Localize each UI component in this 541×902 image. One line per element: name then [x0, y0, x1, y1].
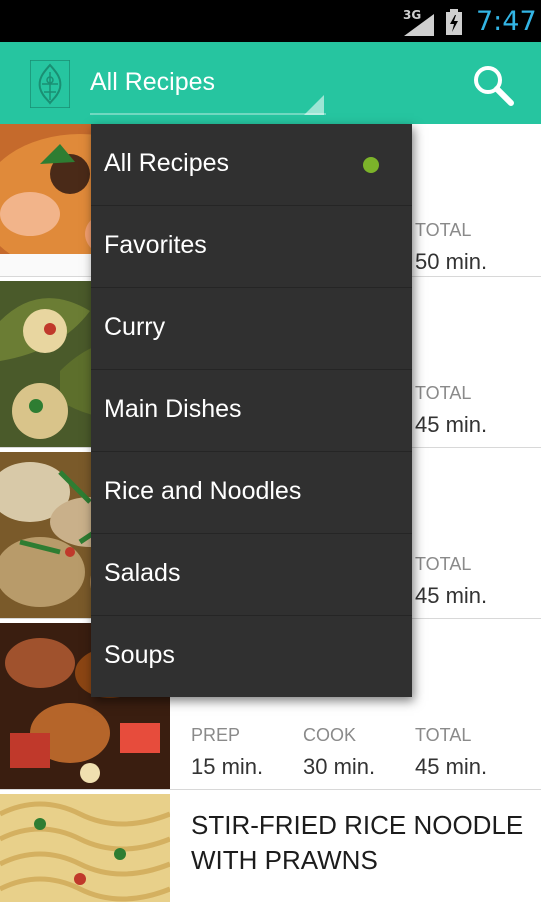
dropdown-item-curry[interactable]: Curry [91, 288, 412, 370]
prep-value: 15 min. [191, 754, 264, 779]
dropdown-item-label: Main Dishes [104, 395, 242, 423]
dropdown-item-label: Rice and Noodles [104, 477, 302, 505]
recipe-thumbnail [0, 794, 170, 902]
total-value: 45 min. [415, 412, 488, 437]
recipe-row[interactable]: STIR-FRIED RICE NOODLE WITH PRAWNS [0, 790, 541, 902]
total-value: 45 min. [415, 754, 488, 779]
total-label: TOTAL [415, 220, 472, 240]
dropdown-item-salads[interactable]: Salads [91, 534, 412, 616]
cook-time: COOK 30 min. [303, 725, 375, 780]
recipe-title: STIR-FRIED RICE NOODLE WITH PRAWNS [191, 810, 524, 875]
dropdown-item-all-recipes[interactable]: All Recipes [91, 124, 412, 206]
battery-icon [446, 9, 462, 35]
app-logo-icon[interactable] [30, 60, 70, 108]
cook-label: COOK [303, 725, 357, 745]
status-bar: 3G 7:47 [0, 0, 541, 42]
spinner-arrow-icon [304, 95, 324, 115]
total-time: TOTAL 45 min. [415, 383, 487, 438]
spinner-selected-label: All Recipes [90, 68, 216, 96]
total-time: TOTAL 45 min. [415, 725, 487, 780]
total-value: 45 min. [415, 583, 488, 608]
dropdown-item-rice-and-noodles[interactable]: Rice and Noodles [91, 452, 412, 534]
clock: 7:47 [476, 6, 537, 37]
total-time: TOTAL 45 min. [415, 554, 487, 609]
total-time: TOTAL 50 min. [415, 220, 487, 275]
dropdown-item-label: Curry [104, 313, 166, 341]
category-dropdown: All Recipes Favorites Curry Main Dishes Rice… [91, 124, 412, 697]
total-label: TOTAL [415, 554, 472, 574]
dropdown-item-favorites[interactable]: Favorites [91, 206, 412, 288]
selected-indicator-icon [363, 157, 379, 173]
total-label: TOTAL [415, 725, 472, 745]
dropdown-item-label: Favorites [104, 231, 207, 259]
action-bar: All Recipes [0, 42, 541, 124]
prep-time: PREP 15 min. [191, 725, 263, 780]
dropdown-item-label: All Recipes [104, 149, 230, 177]
search-icon[interactable] [470, 62, 516, 108]
prep-label: PREP [191, 725, 241, 745]
dropdown-item-main-dishes[interactable]: Main Dishes [91, 370, 412, 452]
recipe-category-spinner[interactable]: All Recipes [90, 42, 326, 124]
dropdown-item-label: Salads [104, 559, 181, 587]
cook-value: 30 min. [303, 754, 376, 779]
total-label: TOTAL [415, 383, 472, 403]
dropdown-item-soups[interactable]: Soups [91, 616, 412, 697]
total-value: 50 min. [415, 249, 488, 274]
dropdown-item-label: Soups [104, 641, 175, 669]
spinner-underline [90, 113, 326, 115]
signal-icon [404, 14, 434, 36]
